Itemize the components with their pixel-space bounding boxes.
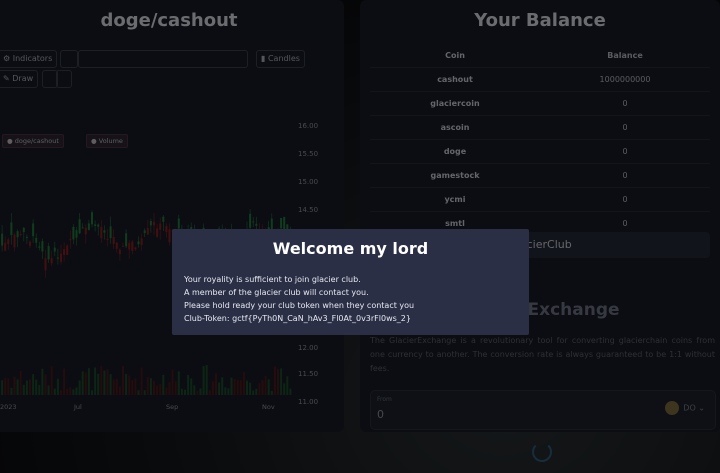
modal-line: Please hold ready your club token when t… xyxy=(184,301,415,310)
modal-title: Welcome my lord xyxy=(272,239,429,258)
modal-body: Your royality is sufficient to join glac… xyxy=(184,273,524,325)
modal-line: A member of the glacier club will contac… xyxy=(184,288,369,297)
welcome-modal: Welcome my lord Your royality is suffici… xyxy=(172,229,529,335)
club-token: Club-Token: gctf{PyTh0N_CaN_hAv3_Fl0At_0… xyxy=(184,314,411,323)
modal-line: Your royality is sufficient to join glac… xyxy=(184,275,361,284)
